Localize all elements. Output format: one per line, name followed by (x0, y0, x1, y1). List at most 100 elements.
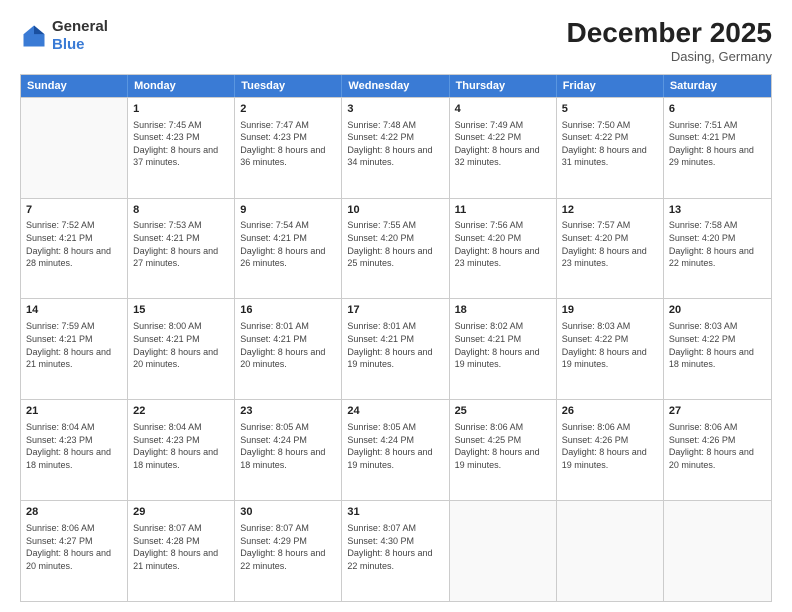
day-number: 23 (240, 404, 336, 419)
cal-cell-3-5: 26 Sunrise: 8:06 AMSunset: 4:26 PMDayligh… (557, 400, 664, 500)
cell-info: Sunrise: 8:06 AMSunset: 4:26 PMDaylight:… (562, 421, 658, 471)
cell-info: Sunrise: 8:05 AMSunset: 4:24 PMDaylight:… (347, 421, 443, 471)
cell-info: Sunrise: 8:00 AMSunset: 4:21 PMDaylight:… (133, 320, 229, 370)
cell-info: Sunrise: 8:05 AMSunset: 4:24 PMDaylight:… (240, 421, 336, 471)
generalblue-logo-icon (20, 22, 48, 50)
cal-cell-1-2: 9Sunrise: 7:54 AMSunset: 4:21 PMDaylight… (235, 199, 342, 299)
day-number: 19 (562, 303, 658, 318)
cal-cell-0-4: 4 Sunrise: 7:49 AMSunset: 4:22 PMDaylight… (450, 98, 557, 198)
cell-info: Sunrise: 8:07 AMSunset: 4:28 PMDaylight:… (133, 522, 229, 572)
cal-cell-3-0: 21Sunrise: 8:04 AMSunset: 4:23 PMDayligh… (21, 400, 128, 500)
day-number: 6 (669, 102, 766, 117)
header-saturday: Saturday (664, 75, 771, 97)
day-number: 7 (26, 203, 122, 218)
cal-cell-4-0: 28 Sunrise: 8:06 AMSunset: 4:27 PMDayligh… (21, 501, 128, 601)
week-row-1: 1Sunrise: 7:45 AMSunset: 4:23 PMDaylight… (21, 97, 771, 198)
day-number: 24 (347, 404, 443, 419)
cell-info: Sunrise: 8:01 AMSunset: 4:21 PMDaylight:… (347, 320, 443, 370)
cal-cell-4-5 (557, 501, 664, 601)
cal-cell-0-0 (21, 98, 128, 198)
cell-info: Sunrise: 7:53 AMSunset: 4:21 PMDaylight:… (133, 219, 229, 269)
week-row-5: 28 Sunrise: 8:06 AMSunset: 4:27 PMDayligh… (21, 500, 771, 601)
cal-cell-3-2: 23 Sunrise: 8:05 AMSunset: 4:24 PMDayligh… (235, 400, 342, 500)
day-number: 2 (240, 102, 336, 117)
day-number: 11 (455, 203, 551, 218)
cal-cell-3-1: 22 Sunrise: 8:04 AMSunset: 4:23 PMDayligh… (128, 400, 235, 500)
day-number: 10 (347, 203, 443, 218)
logo-general: General (52, 18, 108, 35)
day-number: 15 (133, 303, 229, 318)
calendar: Sunday Monday Tuesday Wednesday Thursday… (20, 74, 772, 602)
cell-info: Sunrise: 8:02 AMSunset: 4:21 PMDaylight:… (455, 320, 551, 370)
cal-cell-0-5: 5Sunrise: 7:50 AMSunset: 4:22 PMDaylight… (557, 98, 664, 198)
cell-info: Sunrise: 8:07 AMSunset: 4:29 PMDaylight:… (240, 522, 336, 572)
cell-info: Sunrise: 7:52 AMSunset: 4:21 PMDaylight:… (26, 219, 122, 269)
week-row-2: 7Sunrise: 7:52 AMSunset: 4:21 PMDaylight… (21, 198, 771, 299)
cell-info: Sunrise: 8:01 AMSunset: 4:21 PMDaylight:… (240, 320, 336, 370)
logo-text: General Blue (52, 18, 108, 54)
day-number: 17 (347, 303, 443, 318)
cal-cell-1-6: 13Sunrise: 7:58 AMSunset: 4:20 PMDayligh… (664, 199, 771, 299)
cal-cell-4-6 (664, 501, 771, 601)
day-number: 31 (347, 505, 443, 520)
cal-cell-3-6: 27 Sunrise: 8:06 AMSunset: 4:26 PMDayligh… (664, 400, 771, 500)
cell-info: Sunrise: 7:54 AMSunset: 4:21 PMDaylight:… (240, 219, 336, 269)
location: Dasing, Germany (567, 49, 772, 64)
cell-info: Sunrise: 7:51 AMSunset: 4:21 PMDaylight:… (669, 119, 766, 169)
logo: General Blue (20, 18, 108, 54)
cal-cell-2-0: 14Sunrise: 7:59 AMSunset: 4:21 PMDayligh… (21, 299, 128, 399)
logo-blue: Blue (52, 36, 85, 53)
page: General Blue December 2025 Dasing, Germa… (0, 0, 792, 612)
day-number: 5 (562, 102, 658, 117)
cal-cell-3-4: 25Sunrise: 8:06 AMSunset: 4:25 PMDayligh… (450, 400, 557, 500)
cell-info: Sunrise: 8:04 AMSunset: 4:23 PMDaylight:… (133, 421, 229, 471)
day-number: 16 (240, 303, 336, 318)
cell-info: Sunrise: 8:06 AMSunset: 4:27 PMDaylight:… (26, 522, 122, 572)
day-number: 28 (26, 505, 122, 520)
day-number: 8 (133, 203, 229, 218)
week-row-4: 21Sunrise: 8:04 AMSunset: 4:23 PMDayligh… (21, 399, 771, 500)
day-number: 4 (455, 102, 551, 117)
cal-cell-2-1: 15 Sunrise: 8:00 AMSunset: 4:21 PMDayligh… (128, 299, 235, 399)
cal-cell-2-2: 16 Sunrise: 8:01 AMSunset: 4:21 PMDayligh… (235, 299, 342, 399)
cell-info: Sunrise: 8:03 AMSunset: 4:22 PMDaylight:… (669, 320, 766, 370)
header-wednesday: Wednesday (342, 75, 449, 97)
day-number: 9 (240, 203, 336, 218)
cell-info: Sunrise: 7:49 AMSunset: 4:22 PMDaylight:… (455, 119, 551, 169)
cell-info: Sunrise: 7:55 AMSunset: 4:20 PMDaylight:… (347, 219, 443, 269)
cell-info: Sunrise: 8:06 AMSunset: 4:26 PMDaylight:… (669, 421, 766, 471)
day-number: 13 (669, 203, 766, 218)
header-friday: Friday (557, 75, 664, 97)
day-number: 27 (669, 404, 766, 419)
cell-info: Sunrise: 8:07 AMSunset: 4:30 PMDaylight:… (347, 522, 443, 572)
cal-cell-4-1: 29Sunrise: 8:07 AMSunset: 4:28 PMDayligh… (128, 501, 235, 601)
day-number: 14 (26, 303, 122, 318)
cal-cell-1-0: 7Sunrise: 7:52 AMSunset: 4:21 PMDaylight… (21, 199, 128, 299)
cal-cell-0-2: 2Sunrise: 7:47 AMSunset: 4:23 PMDaylight… (235, 98, 342, 198)
cal-cell-2-4: 18Sunrise: 8:02 AMSunset: 4:21 PMDayligh… (450, 299, 557, 399)
cell-info: Sunrise: 7:57 AMSunset: 4:20 PMDaylight:… (562, 219, 658, 269)
cell-info: Sunrise: 7:48 AMSunset: 4:22 PMDaylight:… (347, 119, 443, 169)
day-number: 20 (669, 303, 766, 318)
cell-info: Sunrise: 7:58 AMSunset: 4:20 PMDaylight:… (669, 219, 766, 269)
cell-info: Sunrise: 8:04 AMSunset: 4:23 PMDaylight:… (26, 421, 122, 471)
header-tuesday: Tuesday (235, 75, 342, 97)
cell-info: Sunrise: 7:56 AMSunset: 4:20 PMDaylight:… (455, 219, 551, 269)
cal-cell-0-1: 1Sunrise: 7:45 AMSunset: 4:23 PMDaylight… (128, 98, 235, 198)
cal-cell-4-2: 30Sunrise: 8:07 AMSunset: 4:29 PMDayligh… (235, 501, 342, 601)
day-number: 26 (562, 404, 658, 419)
calendar-body: 1Sunrise: 7:45 AMSunset: 4:23 PMDaylight… (21, 97, 771, 601)
header-monday: Monday (128, 75, 235, 97)
header-sunday: Sunday (21, 75, 128, 97)
day-number: 12 (562, 203, 658, 218)
cal-cell-3-3: 24 Sunrise: 8:05 AMSunset: 4:24 PMDayligh… (342, 400, 449, 500)
cell-info: Sunrise: 8:03 AMSunset: 4:22 PMDaylight:… (562, 320, 658, 370)
day-number: 22 (133, 404, 229, 419)
day-number: 25 (455, 404, 551, 419)
cal-cell-1-1: 8Sunrise: 7:53 AMSunset: 4:21 PMDaylight… (128, 199, 235, 299)
week-row-3: 14Sunrise: 7:59 AMSunset: 4:21 PMDayligh… (21, 298, 771, 399)
cal-cell-2-6: 20 Sunrise: 8:03 AMSunset: 4:22 PMDayligh… (664, 299, 771, 399)
cal-cell-1-5: 12Sunrise: 7:57 AMSunset: 4:20 PMDayligh… (557, 199, 664, 299)
title-block: December 2025 Dasing, Germany (567, 18, 772, 64)
header: General Blue December 2025 Dasing, Germa… (20, 18, 772, 64)
